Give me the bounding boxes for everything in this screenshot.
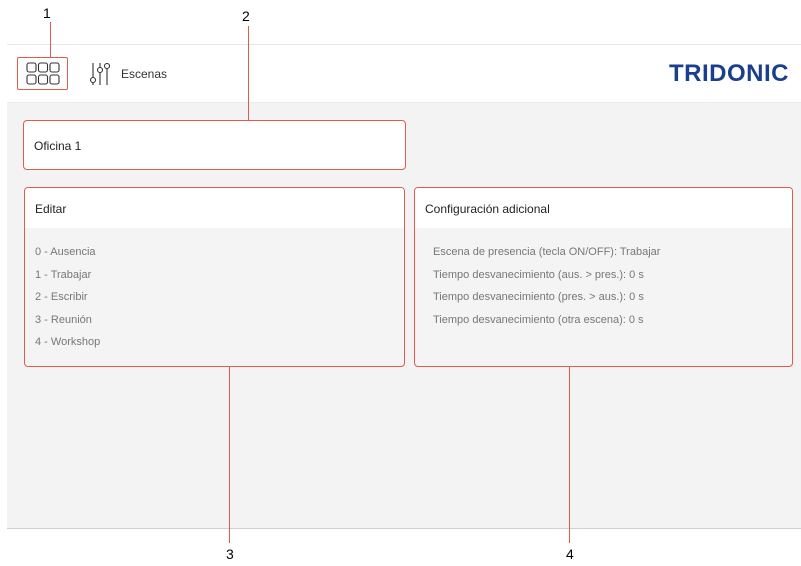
scene-item[interactable]: 2 - Escribir xyxy=(35,287,394,310)
app-window: Escenas TRIDONIC Oficina 1 Editar 0 - Au… xyxy=(7,44,801,529)
nav-scenes-label: Escenas xyxy=(121,67,168,81)
callout-3-line xyxy=(229,366,230,543)
callout-2-line xyxy=(248,26,249,120)
scene-item[interactable]: 0 - Ausencia xyxy=(35,242,394,265)
edit-card: Editar 0 - Ausencia 1 - Trabajar 2 - Esc… xyxy=(24,187,405,367)
scene-item[interactable]: 3 - Reunión xyxy=(35,310,394,333)
scene-item[interactable]: 4 - Workshop xyxy=(35,332,394,355)
callout-2: 2 xyxy=(242,8,250,24)
home-button[interactable] xyxy=(17,57,68,90)
top-bar: Escenas TRIDONIC xyxy=(7,45,801,103)
edit-card-title: Editar xyxy=(35,202,67,216)
scene-list: 0 - Ausencia 1 - Trabajar 2 - Escribir 3… xyxy=(25,228,404,355)
callout-1: 1 xyxy=(43,5,51,21)
config-item: Tiempo desvanecimiento (aus. > pres.): 0… xyxy=(433,268,644,281)
config-list: Escena de presencia (tecla ON/OFF): Trab… xyxy=(415,228,792,332)
edit-card-header[interactable]: Editar xyxy=(25,188,404,228)
config-item: Tiempo desvanecimiento (pres. > aus.): 0… xyxy=(433,291,644,304)
sliders-icon xyxy=(89,62,111,85)
config-card-header[interactable]: Configuración adicional xyxy=(415,188,792,228)
config-item: Escena de presencia (tecla ON/OFF): Trab… xyxy=(433,246,661,258)
grid-icon xyxy=(26,62,60,85)
callout-1-line xyxy=(50,22,51,57)
config-item: Tiempo desvanecimiento (otra escena): 0 … xyxy=(433,313,644,326)
callout-3: 3 xyxy=(226,546,234,562)
callout-4-line xyxy=(569,366,570,543)
brand-logo: TRIDONIC xyxy=(669,60,789,87)
room-title: Oficina 1 xyxy=(34,139,82,153)
config-card-title: Configuración adicional xyxy=(425,202,550,216)
scene-item[interactable]: 1 - Trabajar xyxy=(35,265,394,288)
callout-4: 4 xyxy=(566,546,574,562)
config-card: Configuración adicional Escena de presen… xyxy=(414,187,793,367)
room-card[interactable]: Oficina 1 xyxy=(23,120,406,170)
